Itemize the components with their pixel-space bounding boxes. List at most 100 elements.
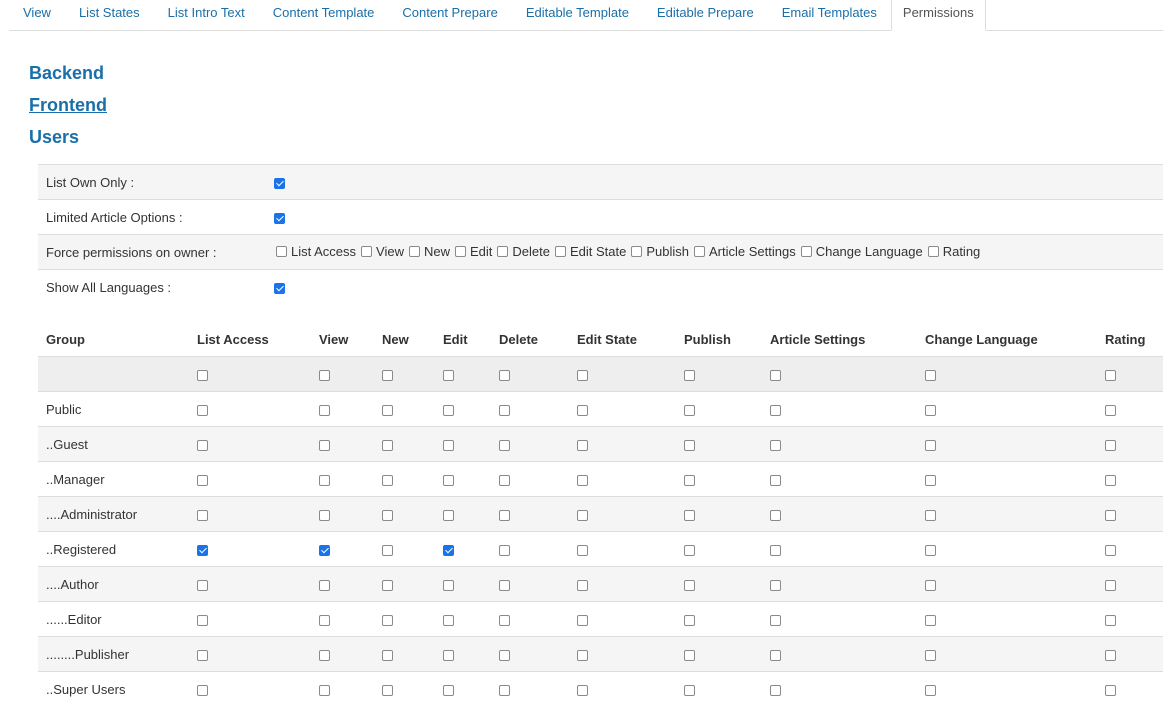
permission-checkbox[interactable] xyxy=(1105,404,1116,416)
permission-checkbox[interactable] xyxy=(925,614,936,626)
permission-checkbox[interactable] xyxy=(499,544,510,556)
permission-checkbox[interactable] xyxy=(197,474,208,486)
permission-checkbox[interactable] xyxy=(770,404,781,416)
permission-checkbox[interactable] xyxy=(577,684,588,696)
tab-email-templates[interactable]: Email Templates xyxy=(768,0,891,30)
permission-checkbox[interactable] xyxy=(1105,579,1116,591)
permission-checkbox[interactable] xyxy=(499,649,510,661)
permission-checkbox[interactable] xyxy=(319,439,330,451)
select-all-checkbox[interactable] xyxy=(499,369,510,381)
force-permission-checkbox[interactable] xyxy=(497,246,509,257)
permission-checkbox[interactable] xyxy=(684,439,695,451)
permission-checkbox[interactable] xyxy=(499,579,510,591)
permission-checkbox[interactable] xyxy=(770,474,781,486)
permission-checkbox[interactable] xyxy=(319,509,330,521)
permission-checkbox[interactable] xyxy=(577,579,588,591)
tab-editable-template[interactable]: Editable Template xyxy=(512,0,643,30)
permission-checkbox[interactable] xyxy=(443,579,454,591)
force-permission-new[interactable]: New xyxy=(407,244,452,259)
permission-checkbox[interactable] xyxy=(319,544,330,556)
permission-checkbox[interactable] xyxy=(577,474,588,486)
select-all-checkbox[interactable] xyxy=(684,369,695,381)
permission-checkbox[interactable] xyxy=(770,684,781,696)
permission-checkbox[interactable] xyxy=(382,509,393,521)
force-permission-checkbox[interactable] xyxy=(361,246,373,257)
force-permission-edit[interactable]: Edit xyxy=(453,244,494,259)
permission-checkbox[interactable] xyxy=(382,614,393,626)
permission-checkbox[interactable] xyxy=(443,544,454,556)
permission-checkbox[interactable] xyxy=(197,684,208,696)
permission-checkbox[interactable] xyxy=(499,509,510,521)
force-permission-publish[interactable]: Publish xyxy=(629,244,691,259)
permission-checkbox[interactable] xyxy=(770,439,781,451)
permission-checkbox[interactable] xyxy=(319,404,330,416)
force-permission-checkbox[interactable] xyxy=(694,246,705,257)
permission-checkbox[interactable] xyxy=(499,614,510,626)
permission-checkbox[interactable] xyxy=(443,509,454,521)
section-link-backend[interactable]: Backend xyxy=(29,62,104,84)
permission-checkbox[interactable] xyxy=(684,544,695,556)
permission-checkbox[interactable] xyxy=(1105,544,1116,556)
force-permission-view[interactable]: View xyxy=(359,244,406,259)
permission-checkbox[interactable] xyxy=(925,579,936,591)
permission-checkbox[interactable] xyxy=(684,404,695,416)
permission-checkbox[interactable] xyxy=(684,509,695,521)
force-permission-checkbox[interactable] xyxy=(276,246,287,257)
permission-checkbox[interactable] xyxy=(684,579,695,591)
permission-checkbox[interactable] xyxy=(577,439,588,451)
permission-checkbox[interactable] xyxy=(197,649,208,661)
list-own-only-checkbox[interactable] xyxy=(274,177,285,189)
force-permission-checkbox[interactable] xyxy=(800,246,812,257)
force-permission-checkbox[interactable] xyxy=(631,246,643,257)
permission-checkbox[interactable] xyxy=(1105,439,1116,451)
permission-checkbox[interactable] xyxy=(577,509,588,521)
permission-checkbox[interactable] xyxy=(577,404,588,416)
permission-checkbox[interactable] xyxy=(684,684,695,696)
tab-content-prepare[interactable]: Content Prepare xyxy=(388,0,511,30)
permission-checkbox[interactable] xyxy=(319,684,330,696)
permission-checkbox[interactable] xyxy=(197,614,208,626)
select-all-checkbox[interactable] xyxy=(925,369,936,381)
permission-checkbox[interactable] xyxy=(577,614,588,626)
permission-checkbox[interactable] xyxy=(925,649,936,661)
force-permission-checkbox[interactable] xyxy=(408,246,420,257)
permission-checkbox[interactable] xyxy=(770,614,781,626)
limited-article-options-checkbox[interactable] xyxy=(274,212,285,224)
tab-list-intro-text[interactable]: List Intro Text xyxy=(154,0,259,30)
permission-checkbox[interactable] xyxy=(925,544,936,556)
permission-checkbox[interactable] xyxy=(197,579,208,591)
permission-checkbox[interactable] xyxy=(684,614,695,626)
tab-view[interactable]: View xyxy=(9,0,65,30)
permission-checkbox[interactable] xyxy=(382,439,393,451)
force-permission-list-access[interactable]: List Access xyxy=(274,244,358,259)
select-all-checkbox[interactable] xyxy=(443,369,454,381)
force-permission-delete[interactable]: Delete xyxy=(495,244,552,259)
permission-checkbox[interactable] xyxy=(770,544,781,556)
permission-checkbox[interactable] xyxy=(443,474,454,486)
tab-list-states[interactable]: List States xyxy=(65,0,154,30)
force-permission-edit-state[interactable]: Edit State xyxy=(553,244,628,259)
permission-checkbox[interactable] xyxy=(770,579,781,591)
permission-checkbox[interactable] xyxy=(577,544,588,556)
permission-checkbox[interactable] xyxy=(925,404,936,416)
permission-checkbox[interactable] xyxy=(499,404,510,416)
permission-checkbox[interactable] xyxy=(684,649,695,661)
permission-checkbox[interactable] xyxy=(1105,649,1116,661)
force-permission-checkbox[interactable] xyxy=(455,246,466,257)
tab-permissions[interactable]: Permissions xyxy=(890,0,986,31)
section-link-users[interactable]: Users xyxy=(29,126,79,148)
permission-checkbox[interactable] xyxy=(1105,509,1116,521)
show-all-languages-checkbox[interactable] xyxy=(274,282,285,294)
permission-checkbox[interactable] xyxy=(925,684,936,696)
permission-checkbox[interactable] xyxy=(925,474,936,486)
permission-checkbox[interactable] xyxy=(319,614,330,626)
force-permission-change-language[interactable]: Change Language xyxy=(799,244,925,259)
force-permission-checkbox[interactable] xyxy=(554,246,566,257)
permission-checkbox[interactable] xyxy=(443,404,454,416)
select-all-checkbox[interactable] xyxy=(382,369,393,381)
permission-checkbox[interactable] xyxy=(577,649,588,661)
permission-checkbox[interactable] xyxy=(925,439,936,451)
permission-checkbox[interactable] xyxy=(1105,474,1116,486)
permission-checkbox[interactable] xyxy=(925,509,936,521)
permission-checkbox[interactable] xyxy=(382,544,393,556)
